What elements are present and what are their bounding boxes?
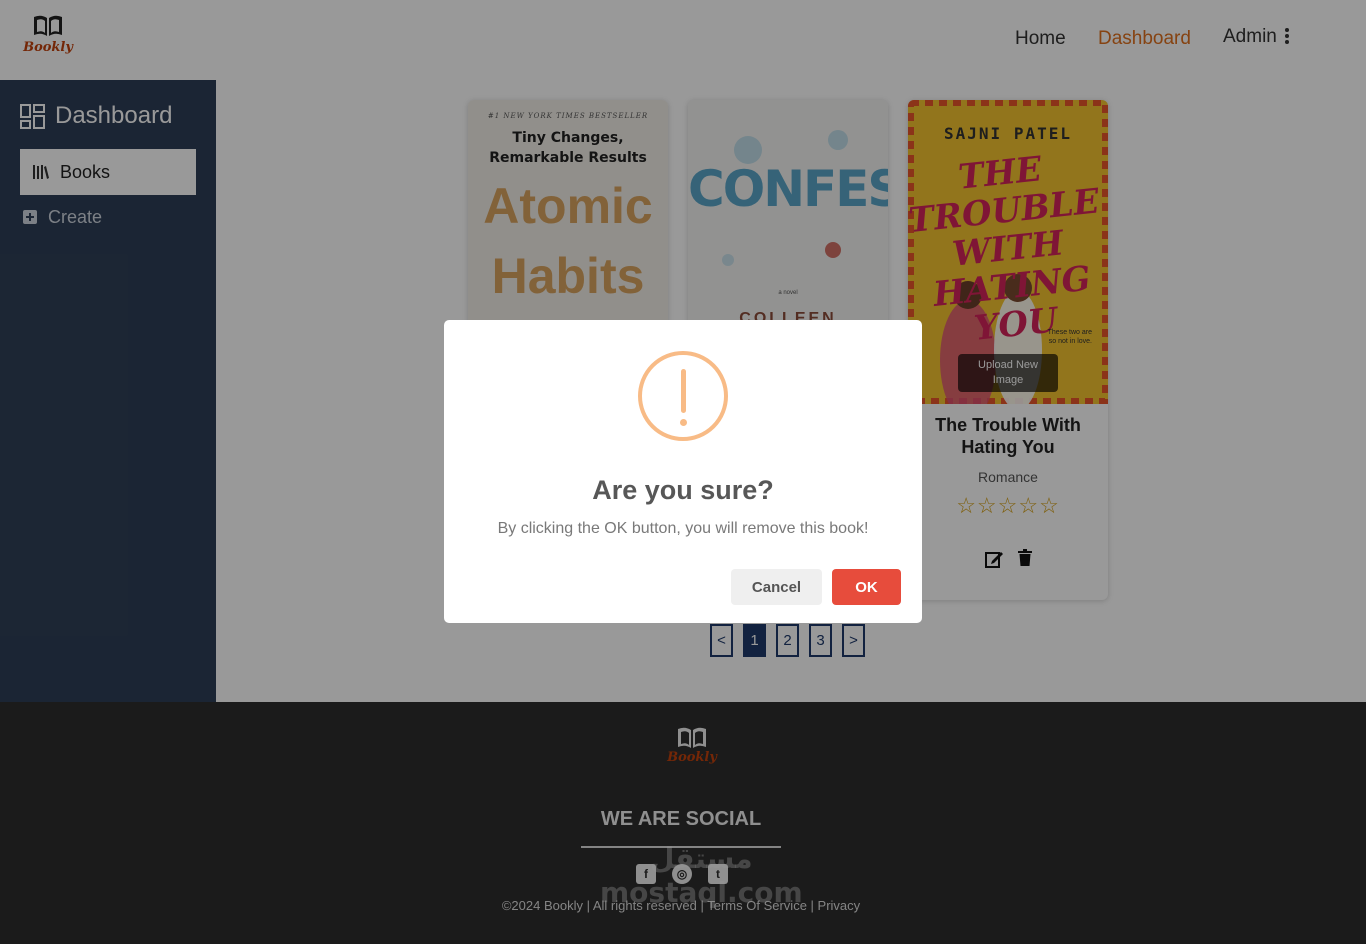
warning-icon	[638, 351, 728, 441]
dialog-message: By clicking the OK button, you will remo…	[497, 520, 869, 537]
cancel-button[interactable]: Cancel	[731, 569, 822, 605]
dialog-title: Are you sure?	[592, 475, 774, 505]
confirm-delete-dialog: Are you sure? By clicking the OK button,…	[444, 320, 922, 623]
ok-button[interactable]: OK	[832, 569, 901, 605]
